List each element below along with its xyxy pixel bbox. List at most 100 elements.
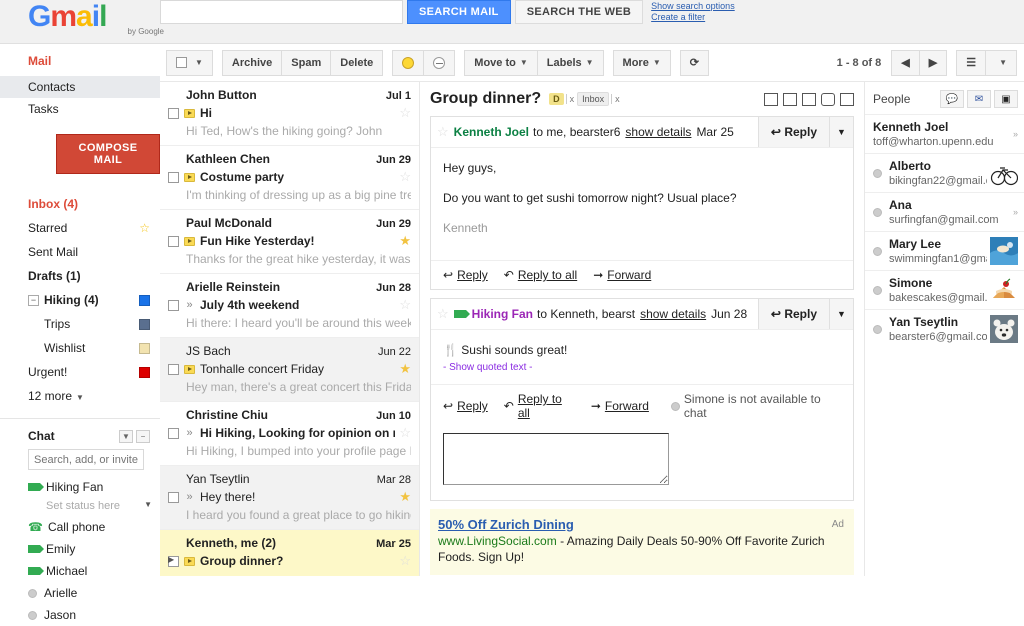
list-item[interactable]: Yan Tseytlin bearster6@gmail.com [865,309,1024,348]
star-icon[interactable]: ★ [395,361,411,377]
search-input[interactable] [160,0,403,24]
select-all-checkbox-button[interactable]: ▼ [166,50,213,76]
view-options-button[interactable]: ▼ [985,50,1017,76]
reply-button[interactable]: ↩ Reply [758,117,829,147]
list-item[interactable]: Alberto bikingfan22@gmail.com [865,153,1024,192]
sidebar-label-sent-mail[interactable]: Sent Mail [28,240,150,264]
list-item[interactable]: Ana surfingfan@gmail.com » [865,192,1024,231]
remove-label-icon[interactable]: x [566,94,578,104]
chat-minimize-button[interactable]: − [136,430,150,443]
important-marker-icon[interactable] [184,557,195,566]
star-icon[interactable]: ☆ [395,553,411,569]
reply-link[interactable]: Reply [457,268,488,282]
popout-icon[interactable] [840,93,854,106]
row-checkbox[interactable] [168,172,179,183]
chat-bubble-icon[interactable]: 💬 [940,90,964,108]
chat-options-button[interactable]: ▼ [119,430,133,443]
inline-reply-textarea[interactable] [443,433,669,485]
label-chip-d[interactable]: D [549,93,564,105]
table-row[interactable]: John ButtonJul 1 Hi ☆ Hi Ted, How's the … [160,82,419,146]
important-marker-icon[interactable] [184,173,195,182]
show-quoted-text-link[interactable]: - Show quoted text - [443,358,841,378]
chat-buddy-arielle[interactable]: Arielle [0,582,160,604]
list-item[interactable]: Kenneth Joel toff@wharton.upenn.edu » [865,114,1024,153]
table-row[interactable]: Kathleen ChenJun 29 Costume party ☆ I'm … [160,146,419,210]
table-row[interactable]: Paul McDonaldJun 29 Fun Hike Yesterday! … [160,210,419,274]
sidebar-label-hiking[interactable]: − Hiking (4) [28,288,150,312]
show-search-options-link[interactable]: Show search options [651,1,735,12]
chat-buddy-michael[interactable]: Michael [0,560,160,582]
delete-button[interactable]: Delete [330,50,383,76]
sidebar-item-tasks[interactable]: Tasks [0,98,160,120]
star-icon[interactable]: ☆ [437,306,449,322]
not-important-marker-icon[interactable]: » [184,301,195,310]
row-checkbox[interactable] [168,364,179,375]
message-list[interactable]: John ButtonJul 1 Hi ☆ Hi Ted, How's the … [160,82,420,576]
row-checkbox[interactable] [168,108,179,119]
more-button[interactable]: More▼ [613,50,671,76]
spam-button[interactable]: Spam [281,50,331,76]
not-important-marker-icon[interactable]: » [184,493,195,502]
star-icon[interactable]: ★ [395,233,411,249]
message-options-button[interactable]: ▼ [829,117,853,147]
show-details-link[interactable]: show details [640,307,706,321]
ad-title-link[interactable]: 50% Off Zurich Dining [438,517,832,533]
table-row[interactable]: JS BachJun 22 Tonhalle concert Friday ★ … [160,338,419,402]
table-row[interactable]: Yan TseytlinMar 28 » Hey there! ★ I hear… [160,466,419,530]
archive-button[interactable]: Archive [222,50,282,76]
list-item[interactable]: Simone bakescakes@gmail.com [865,270,1024,309]
collapse-icon[interactable]: − [28,295,39,306]
chat-status-row[interactable]: Set status here ▼ [0,498,160,516]
row-checkbox[interactable] [168,428,179,439]
chevron-right-icon[interactable]: » [1010,207,1018,217]
chat-buddy-call-phone[interactable]: ☎ Call phone [0,516,160,538]
chat-search-input[interactable] [28,449,144,470]
sidebar-label-drafts[interactable]: Drafts (1) [28,264,150,288]
more-labels-button[interactable]: 12 more▼ [28,384,150,408]
table-row[interactable]: ▶ Kenneth, me (2)Mar 25 Group dinner? ☆ [160,530,419,576]
video-call-icon[interactable]: ▣ [994,90,1018,108]
star-icon[interactable]: ☆ [395,297,411,313]
sidebar-label-inbox[interactable]: Inbox (4) [28,192,150,216]
move-to-button[interactable]: Move to▼ [464,50,537,76]
row-checkbox[interactable] [168,300,179,311]
new-window-icon[interactable] [802,93,816,106]
sidebar-item-contacts[interactable]: Contacts [0,76,160,98]
chevron-right-icon[interactable]: » [1010,129,1018,139]
star-icon[interactable]: ☆ [395,169,411,185]
chat-buddy-jason[interactable]: Jason [0,604,160,626]
expand-thread-icon[interactable]: ▶ [168,555,174,564]
compose-mail-button[interactable]: COMPOSE MAIL [56,134,160,174]
table-row[interactable]: Arielle ReinsteinJun 28 » July 4th weeke… [160,274,419,338]
envelope-icon[interactable]: ✉ [967,90,991,108]
create-filter-link[interactable]: Create a filter [651,12,735,23]
refresh-button[interactable]: ⟳ [680,50,709,76]
label-chip-inbox[interactable]: Inbox [577,92,609,106]
search-mail-button[interactable]: SEARCH MAIL [407,0,511,24]
forward-link[interactable]: Forward [605,399,649,413]
sidebar-item-mail[interactable]: Mail [28,54,160,68]
gmail-logo[interactable]: Gmail by Google [0,0,160,36]
print-icon[interactable] [821,93,835,106]
move-to-inbox-icon[interactable] [783,93,797,106]
mark-important-button[interactable] [392,50,424,76]
search-web-button[interactable]: SEARCH THE WEB [515,0,643,24]
sidebar-label-urgent[interactable]: Urgent! [28,360,150,384]
reply-button[interactable]: ↩ Reply [758,299,829,329]
not-important-marker-icon[interactable]: » [184,429,195,438]
important-marker-icon[interactable] [184,237,195,246]
sidebar-label-starred[interactable]: Starred ☆ [28,216,150,240]
list-view-button[interactable]: ☰ [956,50,986,76]
reply-all-link[interactable]: Reply to all [518,268,577,282]
labels-button[interactable]: Labels▼ [537,50,604,76]
list-item[interactable]: Mary Lee swimmingfan1@gmail.c [865,231,1024,270]
reply-link[interactable]: Reply [457,399,488,413]
row-checkbox[interactable] [168,492,179,503]
important-marker-icon[interactable] [184,365,195,374]
sidebar-label-trips[interactable]: Trips [28,312,150,336]
reply-all-link[interactable]: Reply to all [518,392,575,420]
previous-page-button[interactable]: ◀ [891,50,919,76]
star-icon[interactable]: ☆ [395,105,411,121]
archive-icon[interactable] [764,93,778,106]
mark-not-important-button[interactable] [423,50,455,76]
